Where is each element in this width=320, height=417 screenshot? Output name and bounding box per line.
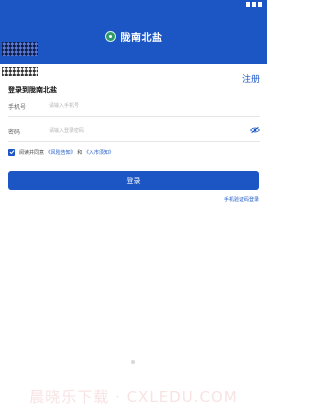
redacted-area bbox=[2, 42, 38, 56]
register-link[interactable]: 注册 bbox=[242, 72, 260, 85]
agreement-checkbox[interactable] bbox=[8, 148, 15, 156]
agreement-prefix: 阅读并同意 bbox=[19, 149, 45, 156]
agreement-connector: 和 bbox=[77, 149, 83, 156]
risk-notice-link[interactable]: 《风险告知》 bbox=[46, 150, 76, 156]
logo-icon bbox=[104, 31, 116, 42]
wifi-icon bbox=[252, 2, 256, 7]
checkmark-icon bbox=[9, 150, 15, 155]
app-header: 陇南北盐 bbox=[0, 10, 267, 64]
brand: 陇南北盐 bbox=[0, 29, 267, 44]
login-heading: 登录到陇南北盐 bbox=[8, 86, 57, 94]
watermark: 晨晓乐下载 · CXLEDU.COM bbox=[29, 388, 238, 406]
battery-icon bbox=[258, 2, 262, 7]
market-rules-link[interactable]: 《入市须知》 bbox=[84, 150, 114, 156]
login-button[interactable]: 登录 bbox=[8, 171, 259, 190]
phone-field: 手机号 bbox=[8, 96, 260, 117]
eye-off-icon[interactable] bbox=[250, 126, 260, 134]
password-label: 密码 bbox=[8, 129, 21, 136]
app-title: 陇南北盐 bbox=[120, 33, 163, 44]
status-icons bbox=[246, 2, 262, 7]
sms-login-link[interactable]: 手机验证码登录 bbox=[224, 196, 259, 203]
password-input[interactable] bbox=[49, 124, 239, 137]
phone-input[interactable] bbox=[49, 99, 239, 112]
agreement-text: 阅读并同意 《风险告知》 和 《入市须知》 bbox=[19, 149, 114, 156]
password-field: 密码 bbox=[8, 121, 260, 142]
phone-label: 手机号 bbox=[8, 104, 27, 111]
home-indicator bbox=[131, 360, 135, 364]
redacted-text bbox=[2, 67, 38, 76]
agreement-row: 阅读并同意 《风险告知》 和 《入市须知》 bbox=[8, 147, 114, 157]
signal-icon bbox=[246, 2, 250, 7]
status-bar bbox=[0, 0, 267, 10]
